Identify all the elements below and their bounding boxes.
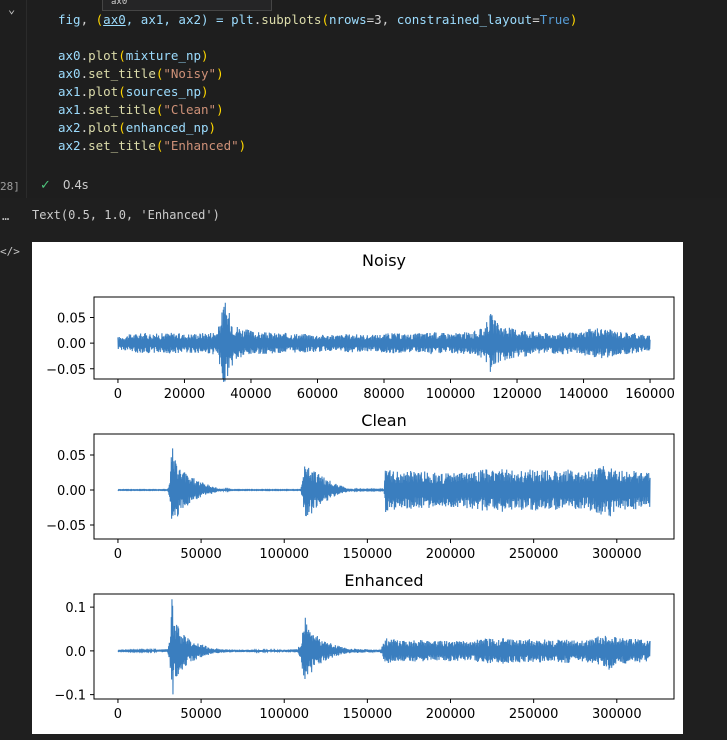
x-tick-label: 140000 bbox=[559, 387, 609, 402]
y-tick-label: 0.0 bbox=[65, 645, 86, 660]
subplot-title: Clean bbox=[361, 411, 406, 430]
code-line-1: fig, (ax0, ax1, ax2) = plt.subplots(nrow… bbox=[58, 12, 578, 27]
y-tick-label: −0.05 bbox=[46, 519, 86, 534]
x-tick-label: 50000 bbox=[180, 547, 221, 562]
x-tick-label: 60000 bbox=[297, 387, 338, 402]
figure-canvas: Noisy 0 20000 40000 60000 80000 100000 120000 14… bbox=[46, 251, 675, 722]
x-tick-label: 0 bbox=[114, 707, 122, 722]
x-tick-label: 250000 bbox=[509, 547, 559, 562]
x-tick-label: 150000 bbox=[343, 547, 393, 562]
x-tick-label: 200000 bbox=[426, 547, 476, 562]
signal-line bbox=[117, 599, 651, 695]
y-tick-label: 0.00 bbox=[57, 484, 86, 499]
subplot-title: Enhanced bbox=[344, 571, 423, 590]
x-tick-label: 200000 bbox=[426, 707, 476, 722]
signal-line bbox=[117, 448, 651, 519]
x-tick-label: 150000 bbox=[343, 707, 393, 722]
subplot-1: Clean 0 50000 100000 150000 200000 250000 30000… bbox=[46, 411, 675, 562]
code-call-line: ax0.set_title("Noisy") bbox=[58, 66, 224, 81]
cell-status: ✓ 0.4s bbox=[40, 178, 88, 193]
output-text: Text(0.5, 1.0, 'Enhanced') bbox=[32, 208, 220, 222]
matplotlib-figure: Noisy 0 20000 40000 60000 80000 100000 120000 14… bbox=[32, 242, 683, 734]
x-tick-label: 20000 bbox=[164, 387, 205, 402]
ax0-link[interactable]: ax0 bbox=[103, 12, 126, 27]
x-tick-label: 100000 bbox=[426, 387, 476, 402]
code-call-line: ax1.plot(sources_np) bbox=[58, 84, 209, 99]
x-tick-label: 160000 bbox=[625, 387, 675, 402]
signal-line bbox=[117, 302, 651, 382]
code-call-line: ax1.set_title("Clean") bbox=[58, 102, 224, 117]
x-tick-label: 100000 bbox=[259, 547, 309, 562]
cell-gutter: ⌄ 28] bbox=[0, 0, 27, 198]
y-tick-label: 0.05 bbox=[57, 312, 86, 327]
x-tick-label: 300000 bbox=[592, 707, 642, 722]
y-tick-label: 0.1 bbox=[65, 601, 86, 616]
y-tick-label: −0.05 bbox=[46, 363, 86, 378]
x-tick-label: 80000 bbox=[363, 387, 404, 402]
chevron-down-icon[interactable]: ⌄ bbox=[8, 3, 15, 15]
code-editor[interactable]: fig, (ax0, ax1, ax2) = plt.subplots(nrow… bbox=[58, 11, 577, 155]
x-tick-label: 40000 bbox=[230, 387, 271, 402]
x-tick-label: 120000 bbox=[492, 387, 542, 402]
x-tick-label: 300000 bbox=[592, 547, 642, 562]
x-tick-label: 250000 bbox=[509, 707, 559, 722]
code-call-lines: ax0.plot(mixture_np) ax0.set_title("Noisy… bbox=[58, 47, 577, 155]
y-tick-label: 0.00 bbox=[57, 337, 86, 352]
y-tick-label: 0.05 bbox=[57, 449, 86, 464]
execution-time: 0.4s bbox=[62, 178, 89, 192]
y-tick-label: −0.1 bbox=[54, 689, 86, 704]
hover-tooltip: ax0 bbox=[102, 0, 272, 11]
code-call-line: ax2.plot(enhanced_np) bbox=[58, 120, 217, 135]
subplot-title: Noisy bbox=[362, 251, 406, 270]
code-call-line: ax2.set_title("Enhanced") bbox=[58, 138, 247, 153]
subplot-2: Enhanced 0 50000 100000 150000 200000 250000 30… bbox=[54, 571, 675, 722]
code-cell[interactable]: ⌄ 28] ax0 fig, (ax0, ax1, ax2) = plt.sub… bbox=[0, 0, 727, 198]
execution-count: 28] bbox=[0, 180, 20, 193]
output-menu-icon[interactable]: … bbox=[2, 209, 9, 223]
x-tick-label: 100000 bbox=[259, 707, 309, 722]
x-tick-label: 50000 bbox=[180, 707, 221, 722]
x-tick-label: 0 bbox=[114, 387, 122, 402]
check-icon: ✓ bbox=[40, 178, 51, 193]
subplot-0: Noisy 0 20000 40000 60000 80000 100000 120000 14… bbox=[46, 251, 675, 402]
code-call-line: ax0.plot(mixture_np) bbox=[58, 48, 209, 63]
code-output-icon: </> bbox=[0, 245, 20, 258]
x-tick-label: 0 bbox=[114, 547, 122, 562]
